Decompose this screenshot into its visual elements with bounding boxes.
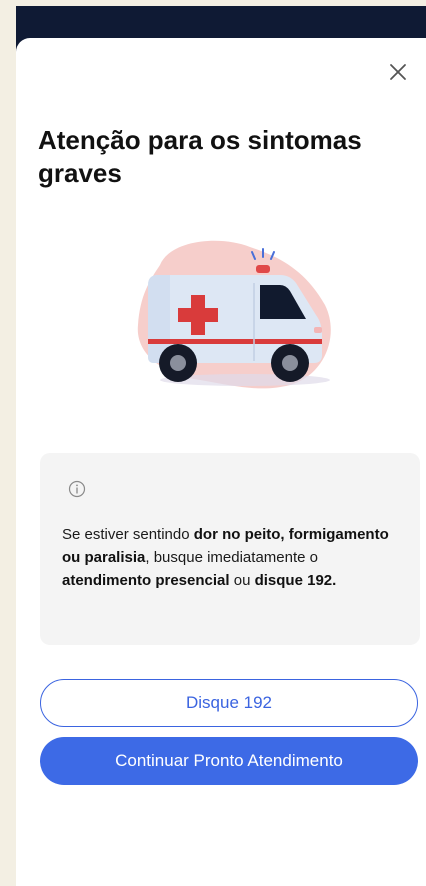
warning-text-part: , busque imediatamente o [145,549,318,566]
warning-text-emphasis: atendimento presencial [62,572,230,589]
continue-emergency-care-button[interactable]: Continuar Pronto Atendimento [40,737,418,785]
warning-info-box: Se estiver sentindo dor no peito, formig… [40,453,420,645]
warning-text-part: ou [229,572,255,589]
warning-text-emphasis: disque 192. [254,572,337,589]
modal-title: Atenção para os sintomas graves [38,125,362,188]
ambulance-illustration [130,235,335,395]
close-icon [390,64,406,80]
call-192-button[interactable]: Disque 192 [40,679,418,727]
info-icon [68,480,86,498]
warning-text-part: Se estiver sentindo [62,526,194,543]
warning-text: Se estiver sentindo dor no peito, formig… [62,523,392,592]
call-192-label: Disque 192 [185,693,272,712]
continue-label: Continuar Pronto Atendimento [115,751,343,770]
close-button[interactable] [388,62,408,82]
